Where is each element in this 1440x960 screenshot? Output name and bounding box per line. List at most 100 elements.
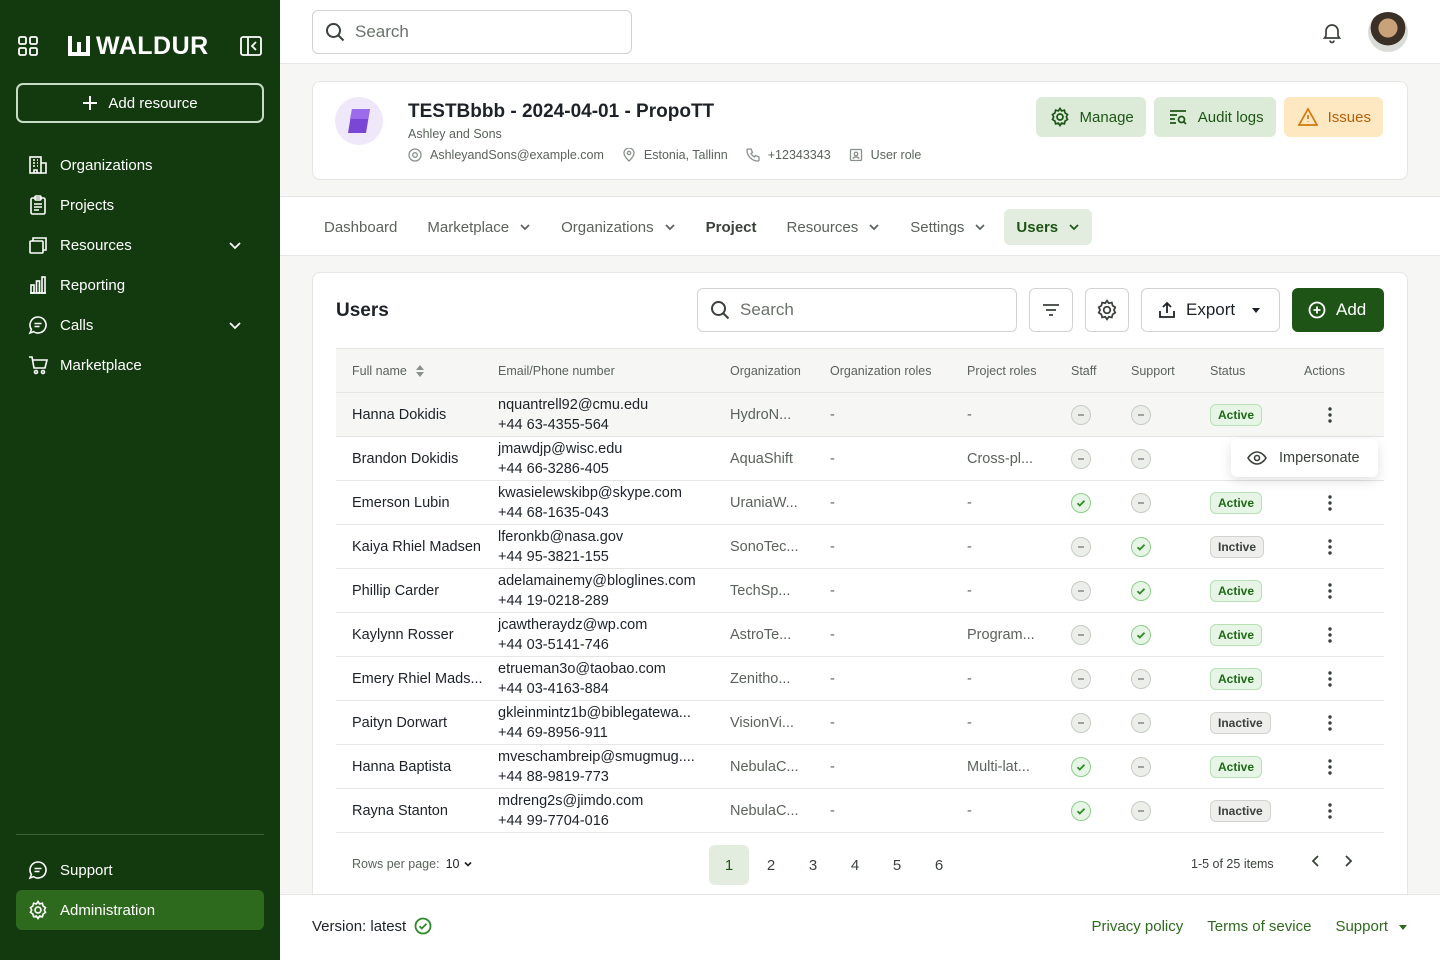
check-icon	[1131, 580, 1151, 601]
sidebar-item-calls[interactable]: Calls	[16, 305, 264, 345]
project-header-card: TESTBbbb - 2024-04-01 - PropoTT Ashley a…	[312, 81, 1408, 180]
collapse-sidebar-icon[interactable]	[240, 36, 262, 56]
tab-organizations[interactable]: Organizations	[549, 209, 688, 245]
user-contact: kwasielewskibp@skype.com +44 68-1635-043	[498, 483, 730, 523]
user-phone: +44 88-9819-773	[498, 768, 609, 785]
table-row[interactable]: Emery Rhiel Mads... etrueman3o@taobao.com…	[336, 657, 1384, 701]
sidebar-item-marketplace[interactable]: Marketplace	[16, 345, 264, 385]
tab-project[interactable]: Project	[694, 209, 769, 245]
support-chat-icon	[28, 861, 47, 880]
user-status: Active	[1210, 755, 1304, 778]
table-row[interactable]: Rayna Stanton mdreng2s@jimdo.com +44 99-77…	[336, 789, 1384, 833]
issues-button[interactable]: Issues	[1283, 97, 1383, 137]
brand-logo[interactable]: WALDUR	[68, 32, 209, 61]
more-vertical-icon[interactable]	[1320, 405, 1340, 425]
col-org-roles: Organization roles	[830, 363, 932, 378]
user-phone: +44 03-5141-746	[498, 636, 609, 653]
more-vertical-icon[interactable]	[1320, 713, 1340, 733]
add-user-button[interactable]: Add	[1292, 288, 1384, 332]
page-5[interactable]: 5	[877, 845, 917, 885]
prev-page-icon[interactable]	[1308, 853, 1324, 869]
user-organization: SonoTec...	[730, 538, 799, 555]
global-search-input[interactable]	[355, 22, 595, 42]
status-badge: Inctive	[1210, 535, 1265, 558]
sidebar-item-projects[interactable]: Projects	[16, 185, 264, 225]
phone-icon	[746, 148, 760, 162]
sidebar-item-support[interactable]: Support	[16, 850, 264, 890]
sidebar-item-reporting[interactable]: Reporting	[16, 265, 264, 305]
tab-dashboard[interactable]: Dashboard	[312, 209, 409, 245]
tab-resources[interactable]: Resources	[775, 209, 893, 245]
user-org-roles: -	[830, 406, 835, 423]
clipboard-icon	[30, 195, 46, 215]
status-badge: Active	[1210, 403, 1263, 426]
page-1[interactable]: 1	[709, 845, 749, 885]
tabs-bar: Dashboard Marketplace Organizations Proj…	[280, 196, 1440, 256]
more-vertical-icon[interactable]	[1320, 625, 1340, 645]
filter-button[interactable]	[1029, 288, 1073, 332]
more-vertical-icon[interactable]	[1320, 581, 1340, 601]
user-contact: lferonkb@nasa.gov +44 95-3821-155	[498, 527, 730, 567]
project-role: User role	[849, 148, 921, 162]
table-row[interactable]: Kaiya Rhiel Madsen lferonkb@nasa.gov +44 9…	[336, 525, 1384, 569]
users-search-input[interactable]	[740, 300, 980, 320]
more-vertical-icon[interactable]	[1320, 493, 1340, 513]
table-row[interactable]: Phillip Carder adelamainemy@bloglines.com…	[336, 569, 1384, 613]
more-vertical-icon[interactable]	[1320, 669, 1340, 689]
more-vertical-icon[interactable]	[1320, 801, 1340, 821]
rows-per-page-select[interactable]: 10	[446, 857, 474, 871]
page-4[interactable]: 4	[835, 845, 875, 885]
tab-users[interactable]: Users	[1004, 209, 1093, 245]
apps-grid-icon[interactable]	[16, 34, 40, 58]
next-page-icon[interactable]	[1340, 853, 1356, 869]
sidebar-bottom-nav: Support Administration	[16, 850, 264, 930]
main-tabs: Dashboard Marketplace Organizations Proj…	[312, 209, 1093, 245]
table-row[interactable]: Brandon Dokidis jmawdjp@wisc.edu +44 66-32…	[336, 437, 1384, 481]
user-email: nquantrell92@cmu.edu	[498, 396, 649, 413]
tab-marketplace[interactable]: Marketplace	[415, 209, 543, 245]
manage-button[interactable]: Manage	[1035, 97, 1146, 137]
sidebar-item-organizations[interactable]: Organizations	[16, 145, 264, 185]
support-indicator	[1131, 756, 1210, 777]
staff-indicator	[1071, 800, 1131, 821]
col-full-name[interactable]: Full name	[336, 364, 498, 378]
user-full-name: Brandon Dokidis	[352, 450, 459, 467]
audit-logs-button[interactable]: Audit logs	[1153, 97, 1276, 137]
user-organization: VisionVi...	[730, 714, 794, 731]
table-row[interactable]: Hanna Dokidis nquantrell92@cmu.edu +44 63-…	[336, 393, 1384, 437]
table-row[interactable]: Kaylynn Rosser jcawtheraydz@wp.com +44 03-…	[336, 613, 1384, 657]
support-dropdown[interactable]: Support	[1335, 918, 1408, 935]
notifications-bell-icon[interactable]	[1320, 20, 1344, 44]
row-actions	[1304, 757, 1384, 777]
more-vertical-icon[interactable]	[1320, 757, 1340, 777]
page-6[interactable]: 6	[919, 845, 959, 885]
user-project-roles: -	[967, 670, 972, 687]
topbar	[280, 0, 1440, 64]
add-resource-button[interactable]: Add resource	[16, 83, 264, 123]
users-search[interactable]	[697, 288, 1017, 332]
user-avatar[interactable]	[1368, 12, 1408, 52]
sidebar-item-administration[interactable]: Administration	[16, 890, 264, 930]
page-3[interactable]: 3	[793, 845, 833, 885]
impersonate-menu-item[interactable]: Impersonate	[1231, 439, 1378, 477]
eye-icon	[1247, 451, 1267, 465]
sidebar-item-resources[interactable]: Resources	[16, 225, 264, 265]
project-customer: Ashley and Sons	[408, 127, 502, 141]
table-row[interactable]: Paityn Dorwart gkleinmintz1b@biblegatewa.…	[336, 701, 1384, 745]
minus-icon	[1071, 536, 1091, 557]
chevron-down-icon	[520, 224, 530, 231]
tab-settings[interactable]: Settings	[898, 209, 998, 245]
user-organization: AstroTe...	[730, 626, 792, 643]
table-row[interactable]: Emerson Lubin kwasielewskibp@skype.com +44…	[336, 481, 1384, 525]
export-button[interactable]: Export	[1141, 288, 1280, 332]
page-2[interactable]: 2	[751, 845, 791, 885]
gear-icon	[1097, 299, 1117, 321]
table-settings-button[interactable]	[1085, 288, 1129, 332]
terms-link[interactable]: Terms of sevice	[1207, 918, 1311, 935]
table-row[interactable]: Hanna Baptista mveschambreip@smugmug.... +…	[336, 745, 1384, 789]
user-phone: +44 63-4355-564	[498, 416, 609, 433]
user-email: kwasielewskibp@skype.com	[498, 484, 682, 501]
global-search[interactable]	[312, 10, 632, 54]
privacy-policy-link[interactable]: Privacy policy	[1092, 918, 1184, 935]
more-vertical-icon[interactable]	[1320, 537, 1340, 557]
